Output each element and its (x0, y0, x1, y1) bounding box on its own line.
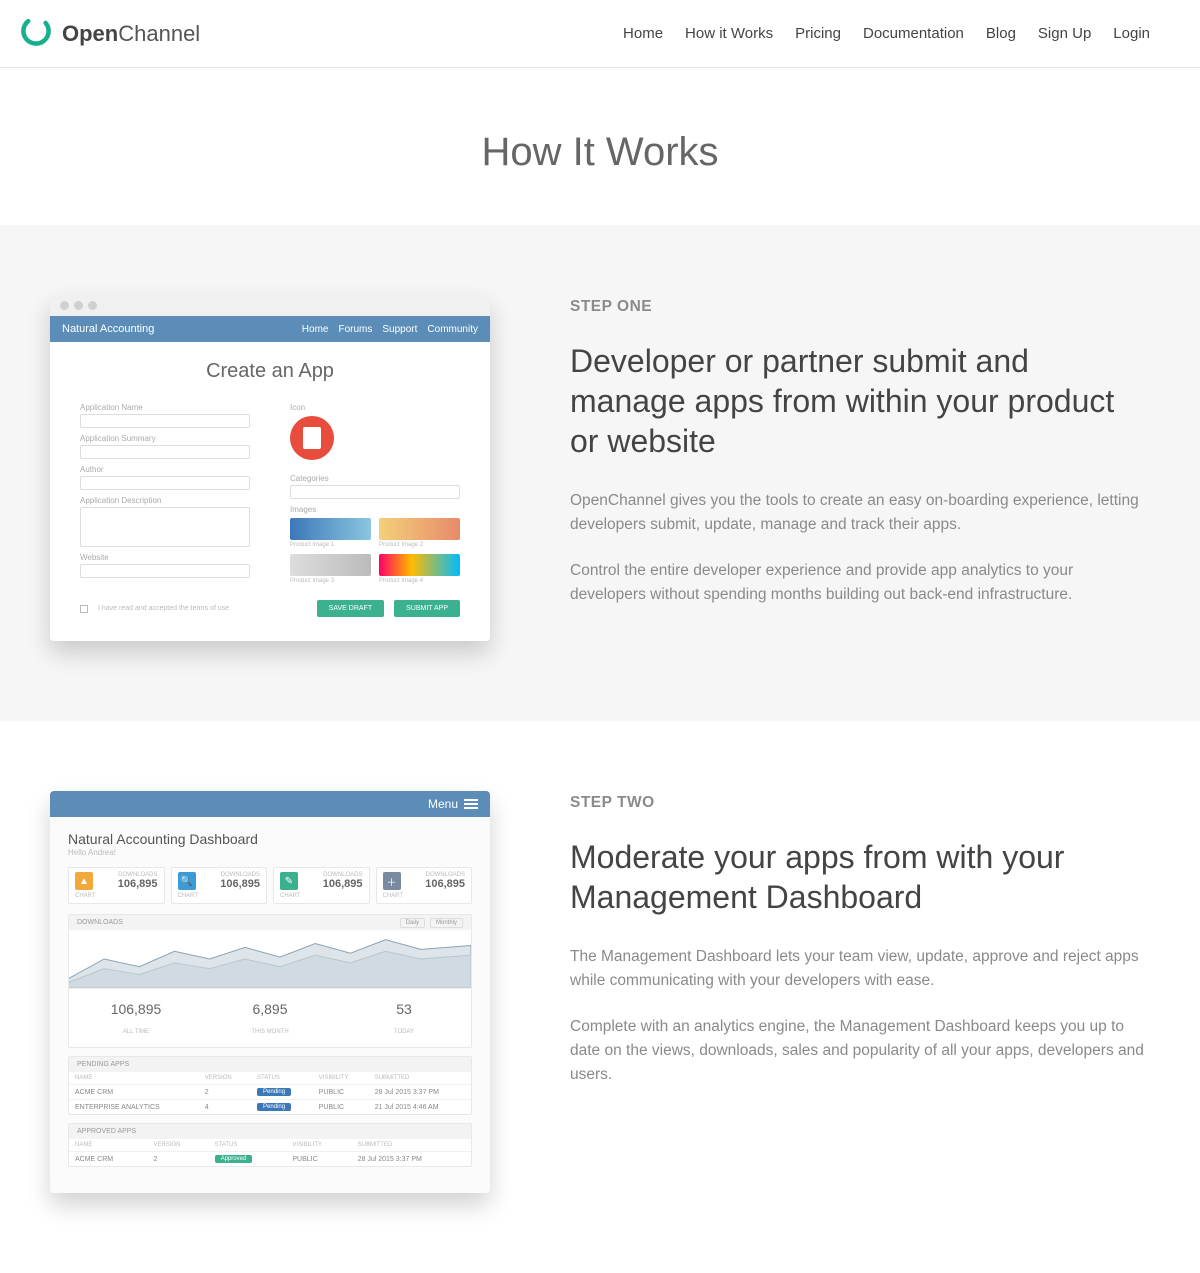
mock-save-draft-button: SAVE DRAFT (317, 600, 384, 617)
logo[interactable]: OpenChannel (18, 13, 200, 54)
hero: How It Works (0, 68, 1200, 225)
top-nav: Home How it Works Pricing Documentation … (623, 25, 1150, 42)
mock-label-name: Application Name (80, 403, 250, 412)
mock-downloads-chart-panel: DOWNLOADS Daily Monthly 106,895ALL TIME … (68, 914, 472, 1048)
mock-tab-daily: Daily (400, 918, 425, 928)
mock-form-title: Create an App (80, 360, 460, 383)
table-row: ENTERPRISE ANALYTICS4 Pending PUBLIC21 J… (69, 1100, 471, 1115)
mock-submit-app-button: SUBMIT APP (394, 600, 460, 617)
mock-stat-card: ✎ DOWNLOADS106,895 CHART (273, 867, 370, 904)
hamburger-icon (464, 799, 478, 809)
mock-site-name: Natural Accounting (62, 323, 154, 335)
mock-input-categories (290, 485, 460, 499)
mock-img-cap-1: Product Image 1 (290, 542, 371, 548)
mock-menu-label: Menu (428, 797, 458, 811)
mock-input-website (80, 564, 250, 578)
step-one-section: Natural Accounting Home Forums Support C… (0, 225, 1200, 721)
step-two-paragraph-2: Complete with an analytics engine, the M… (570, 1015, 1150, 1087)
step-one-paragraph-1: OpenChannel gives you the tools to creat… (570, 489, 1150, 537)
search-icon: 🔍 (178, 872, 196, 890)
mock-spark-chart (69, 930, 471, 988)
mock-app-icon (290, 416, 334, 460)
mock-stat-card: ＋ DOWNLOADS106,895 CHART (376, 867, 473, 904)
logo-text: OpenChannel (62, 21, 200, 47)
mock-terms-checkbox (80, 605, 88, 613)
mock-approved-apps-panel: APPROVED APPS NAMEVERSION STATUSVISIBILI… (68, 1123, 472, 1167)
mock-pending-apps-panel: PENDING APPS NAMEVERSION STATUSVISIBILIT… (68, 1056, 472, 1115)
mock-product-image-4 (379, 554, 460, 576)
step-one-heading: Developer or partner submit and manage a… (570, 341, 1150, 461)
table-row: ACME CRM2 Approved PUBLIC28 Jul 2015 3:3… (69, 1152, 471, 1167)
mock-textarea-desc (80, 507, 250, 547)
mock-img-cap-2: Product Image 2 (379, 542, 460, 548)
mock-nav-home: Home (302, 324, 329, 335)
mock-input-author (80, 476, 250, 490)
mock-stat-card: ▲ DOWNLOADS106,895 CHART (68, 867, 165, 904)
mock-label-desc: Application Description (80, 496, 250, 505)
nav-blog[interactable]: Blog (986, 25, 1016, 42)
step-one-paragraph-2: Control the entire developer experience … (570, 559, 1150, 607)
mock-product-image-2 (379, 518, 460, 540)
mock-nav-support: Support (382, 324, 417, 335)
step-two-heading: Moderate your apps from with your Manage… (570, 837, 1150, 917)
mock-nav-forums: Forums (338, 324, 372, 335)
mock-stat-cards: ▲ DOWNLOADS106,895 CHART 🔍 DOWNLOADS106,… (68, 867, 472, 904)
nav-login[interactable]: Login (1113, 25, 1150, 42)
mock-panel-title: DOWNLOADS (77, 919, 123, 926)
mock-label-icon: Icon (290, 403, 460, 412)
mock-site-header: Natural Accounting Home Forums Support C… (50, 316, 490, 342)
nav-how-it-works[interactable]: How it Works (685, 25, 773, 42)
mock-tab-monthly: Monthly (430, 918, 463, 928)
mock-label-images: Images (290, 505, 460, 514)
browser-chrome-icon (50, 295, 490, 316)
site-header: OpenChannel Home How it Works Pricing Do… (0, 0, 1200, 68)
step-two-section: Menu Natural Accounting Dashboard Hello … (0, 721, 1200, 1273)
pencil-icon: ✎ (280, 872, 298, 890)
step-one-illustration: Natural Accounting Home Forums Support C… (50, 295, 490, 641)
mock-dashboard-title: Natural Accounting Dashboard (68, 831, 472, 847)
mock-img-cap-3: Product Image 3 (290, 578, 371, 584)
step-one-label: STEP ONE (570, 295, 1150, 319)
mock-input-name (80, 414, 250, 428)
mock-label-website: Website (80, 553, 250, 562)
mock-dashboard-header: Menu (50, 791, 490, 817)
mock-stat-card: 🔍 DOWNLOADS106,895 CHART (171, 867, 268, 904)
step-two-label: STEP TWO (570, 791, 1150, 815)
logo-icon (18, 13, 54, 54)
step-two-paragraph-1: The Management Dashboard lets your team … (570, 945, 1150, 993)
nav-pricing[interactable]: Pricing (795, 25, 841, 42)
mock-nav-community: Community (427, 324, 478, 335)
step-two-illustration: Menu Natural Accounting Dashboard Hello … (50, 791, 490, 1193)
mock-product-image-1 (290, 518, 371, 540)
mock-label-summary: Application Summary (80, 434, 250, 443)
mock-product-image-3 (290, 554, 371, 576)
page-title: How It Works (0, 130, 1200, 175)
table-row: ACME CRM2 Pending PUBLIC28 Jul 2015 3:37… (69, 1085, 471, 1100)
nav-home[interactable]: Home (623, 25, 663, 42)
plus-icon: ＋ (383, 872, 401, 890)
cloud-up-icon: ▲ (75, 872, 93, 890)
mock-img-cap-4: Product Image 4 (379, 578, 460, 584)
mock-label-author: Author (80, 465, 250, 474)
mock-greeting: Hello Andrea! (68, 848, 472, 857)
mock-terms-text: I have read and accepted the terms of us… (98, 605, 307, 612)
mock-label-categories: Categories (290, 474, 460, 483)
nav-signup[interactable]: Sign Up (1038, 25, 1091, 42)
mock-input-summary (80, 445, 250, 459)
nav-documentation[interactable]: Documentation (863, 25, 964, 42)
